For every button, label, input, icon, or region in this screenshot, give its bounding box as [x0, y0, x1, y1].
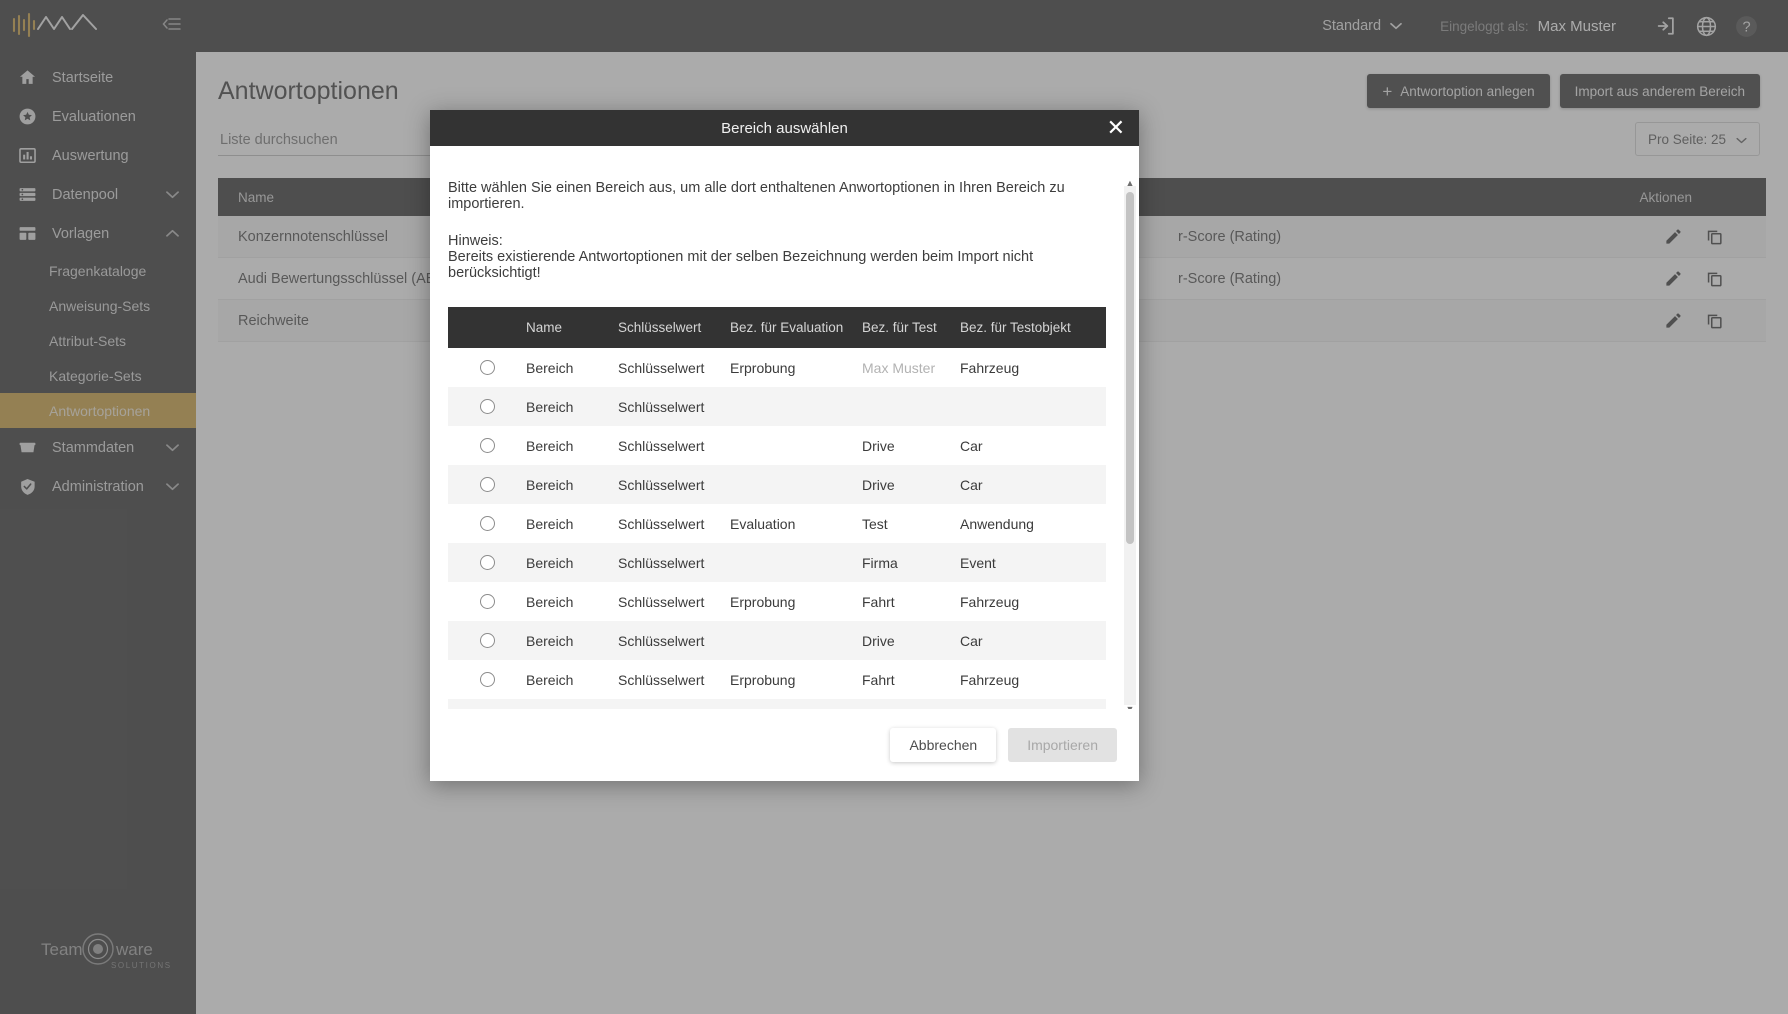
cell-select [448, 360, 526, 375]
cell-select [448, 438, 526, 453]
cell-select [448, 672, 526, 687]
cell-key: Schlüsselwert [618, 437, 705, 454]
modal-title: Bereich auswählen [721, 119, 848, 137]
modal-header: Bereich auswählen ✕ [430, 110, 1139, 146]
cell-name: Bereich [526, 437, 574, 454]
modal-column-header-eval: Bez. für Evaluation [730, 320, 844, 335]
modal-table-row[interactable]: Bereich Schlüsselwert [448, 387, 1106, 426]
cell-object: Fahrzeug [960, 593, 1020, 610]
cell-key: Schlüsselwert [618, 554, 705, 571]
modal-hint-label: Hinweis: [448, 233, 503, 249]
cell-eval: Erprobung [730, 359, 796, 376]
modal-intro-text: Bitte wählen Sie einen Bereich aus, um a… [448, 180, 1065, 212]
modal-table-row[interactable]: Bereich Schlüsselwert Evaluation Test An… [448, 504, 1106, 543]
cell-key: Schlüsselwert [618, 398, 705, 415]
cell-name: Bereich [526, 398, 574, 415]
radio-button[interactable] [479, 360, 495, 375]
cell-select [448, 477, 526, 492]
cell-object: Fahrzeug [960, 359, 1020, 376]
cell-key: Schlüsselwert [618, 671, 705, 688]
modal-column-header-test: Bez. für Test [862, 320, 937, 335]
modal-column-header-key: Schlüsselwert [618, 320, 702, 335]
cell-test: Max Muster [862, 359, 936, 376]
modal-table-row[interactable]: Bereich Schlüsselwert Erprobung Fahrt Fa… [448, 660, 1106, 699]
cell-name: Bereich [526, 515, 574, 532]
cell-name: Bereich [526, 671, 574, 688]
import-button: Importieren [1008, 728, 1117, 762]
cancel-button[interactable]: Abbrechen [890, 728, 997, 762]
modal-table-row[interactable]: Bereich Schlüsselwert Drive Car [448, 621, 1106, 660]
area-selection-table: Name Schlüsselwert Bez. für Evaluation B… [448, 307, 1106, 709]
cell-test: Drive [862, 437, 895, 454]
scrollbar-thumb[interactable] [1126, 192, 1134, 544]
modal-table-row[interactable]: Bereich Schlüsselwert Erprobung Max Must… [448, 348, 1106, 387]
cell-select [448, 516, 526, 531]
modal-table-row[interactable]: Bereich Schlüsselwert Erprobung Fahrt Fa… [448, 582, 1106, 621]
modal-table-row[interactable]: Bereich Schlüsselwert Drive Car [448, 426, 1106, 465]
cell-test: Test [862, 515, 888, 532]
cell-key: Schlüsselwert [618, 359, 705, 376]
select-area-modal: Bereich auswählen ✕ Bitte wählen Sie ein… [430, 110, 1139, 781]
radio-button[interactable] [479, 555, 495, 570]
modal-scrollbar[interactable]: ▲ ▼ [1124, 178, 1136, 709]
modal-column-header-object: Bez. für Testobjekt [960, 320, 1071, 335]
radio-button[interactable] [479, 399, 495, 414]
modal-column-header-name: Name [526, 320, 563, 335]
modal-scroll-region: Bitte wählen Sie einen Bereich aus, um a… [430, 146, 1125, 709]
cell-name: Bereich [526, 554, 574, 571]
radio-button[interactable] [479, 516, 495, 531]
modal-table-header-row: Name Schlüsselwert Bez. für Evaluation B… [448, 307, 1106, 348]
cell-name: Bereich [526, 632, 574, 649]
radio-button[interactable] [479, 672, 495, 687]
radio-button[interactable] [479, 633, 495, 648]
cell-test: Drive [862, 632, 895, 649]
radio-button[interactable] [479, 594, 495, 609]
cell-key: Schlüsselwert [618, 593, 705, 610]
cell-select [448, 594, 526, 609]
cell-key: Schlüsselwert [618, 476, 705, 493]
cell-name: Bereich [526, 476, 574, 493]
modal-table-row[interactable]: Bereich Schlüsselwert Drive Car [448, 465, 1106, 504]
cell-name: Bereich [526, 593, 574, 610]
cell-object: Car [960, 437, 983, 454]
modal-table-row[interactable]: Bereich Schlüsselwert Firma Event [448, 543, 1106, 582]
radio-button[interactable] [479, 438, 495, 453]
cell-select [448, 633, 526, 648]
close-icon[interactable]: ✕ [1107, 117, 1125, 139]
cell-key: Schlüsselwert [618, 515, 705, 532]
scroll-up-icon[interactable]: ▲ [1124, 176, 1136, 189]
scroll-down-icon[interactable]: ▼ [1124, 702, 1136, 710]
cell-select [448, 399, 526, 414]
cell-object: Event [960, 554, 996, 571]
cell-eval: Evaluation [730, 515, 796, 532]
modal-footer: Abbrechen Importieren [430, 709, 1139, 781]
cell-key: Schlüsselwert [618, 632, 705, 649]
cell-test: Fahrt [862, 671, 895, 688]
radio-button[interactable] [479, 477, 495, 492]
cell-select [448, 555, 526, 570]
cell-object: Car [960, 632, 983, 649]
cell-object: Car [960, 476, 983, 493]
modal-table-row[interactable]: Bereich Schlüsselwert Drive Car [448, 699, 1106, 709]
cell-test: Drive [862, 476, 895, 493]
cell-object: Anwendung [960, 515, 1034, 532]
cell-test: Firma [862, 554, 898, 571]
modal-body: Bitte wählen Sie einen Bereich aus, um a… [430, 146, 1139, 709]
modal-hint-text: Bereits existierende Antwortoptionen mit… [448, 249, 1034, 281]
cell-eval: Erprobung [730, 593, 796, 610]
cell-object: Fahrzeug [960, 671, 1020, 688]
cell-test: Fahrt [862, 593, 895, 610]
cell-name: Bereich [526, 359, 574, 376]
app-root: Startseite Evaluationen Auswertung [0, 0, 1788, 1014]
cell-eval: Erprobung [730, 671, 796, 688]
